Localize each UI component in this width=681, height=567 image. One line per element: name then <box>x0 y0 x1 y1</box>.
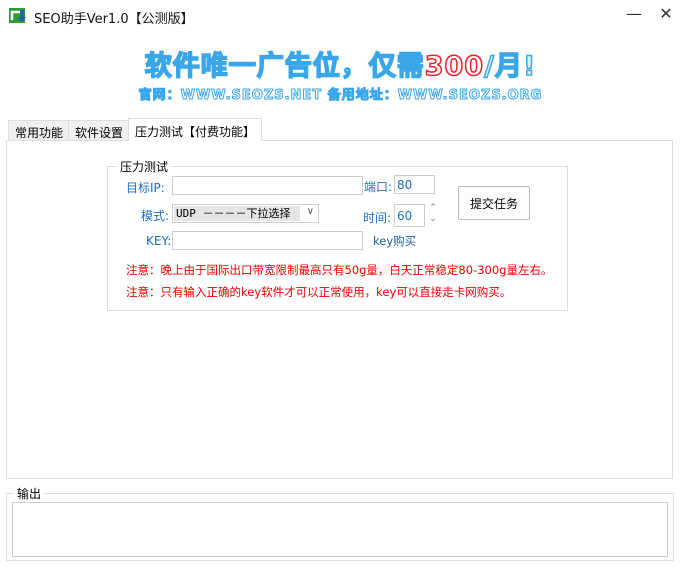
time-label: 时间: <box>363 211 392 225</box>
tab-common[interactable]: 常用功能 <box>8 120 71 141</box>
port-input[interactable] <box>394 175 435 194</box>
time-stepper[interactable]: ⌃ ⌄ <box>426 203 440 227</box>
target-ip-input[interactable] <box>172 176 363 195</box>
port-label: 端口: <box>364 180 393 194</box>
mode-label: 模式: <box>141 209 170 223</box>
note-key: 注意：只有输入正确的key软件才可以正常使用，key可以直接走卡网购买。 <box>126 285 512 299</box>
output-title: 输出 <box>14 485 45 502</box>
key-label: KEY: <box>146 234 172 248</box>
minimize-button[interactable]: — <box>624 4 644 23</box>
window-title: SEO助手Ver1.0【公测版】 <box>34 12 194 27</box>
chevron-down-icon: ∨ <box>306 206 314 217</box>
chevron-up-icon[interactable]: ⌃ <box>426 203 440 214</box>
close-button[interactable]: ✕ <box>656 4 676 23</box>
group-title: 压力测试 <box>117 158 172 175</box>
submit-task-button[interactable]: 提交任务 <box>458 186 530 220</box>
app-logo-icon <box>8 6 28 24</box>
banner-suffix: /月! <box>483 50 537 83</box>
banner-price: 300 <box>424 50 485 83</box>
key-input[interactable] <box>172 231 363 250</box>
banner-subline[interactable]: 官网：WWW.SEOZS.NET 备用地址：WWW.SEOZS.ORG <box>0 84 681 104</box>
key-buy-link[interactable]: key购买 <box>373 233 416 249</box>
tab-stress-test[interactable]: 压力测试【付费功能】 <box>128 118 262 141</box>
tab-settings[interactable]: 软件设置 <box>68 120 131 141</box>
note-bandwidth: 注意：晚上由于国际出口带宽限制最高只有50g量，白天正常稳定80-300g量左右… <box>126 263 553 277</box>
target-ip-label: 目标IP: <box>126 181 165 195</box>
ad-banner[interactable]: 软件唯一广告位，仅需300/月! <box>0 44 681 83</box>
mode-select[interactable]: UDP －－－－下拉选择 ∨ <box>172 204 319 223</box>
time-input[interactable] <box>394 204 425 227</box>
output-textarea[interactable] <box>12 502 668 557</box>
mode-selected-value: UDP －－－－下拉选择 <box>174 206 300 221</box>
banner-headline: 软件唯一广告位，仅需 <box>144 50 425 83</box>
chevron-down-icon[interactable]: ⌄ <box>426 214 440 225</box>
